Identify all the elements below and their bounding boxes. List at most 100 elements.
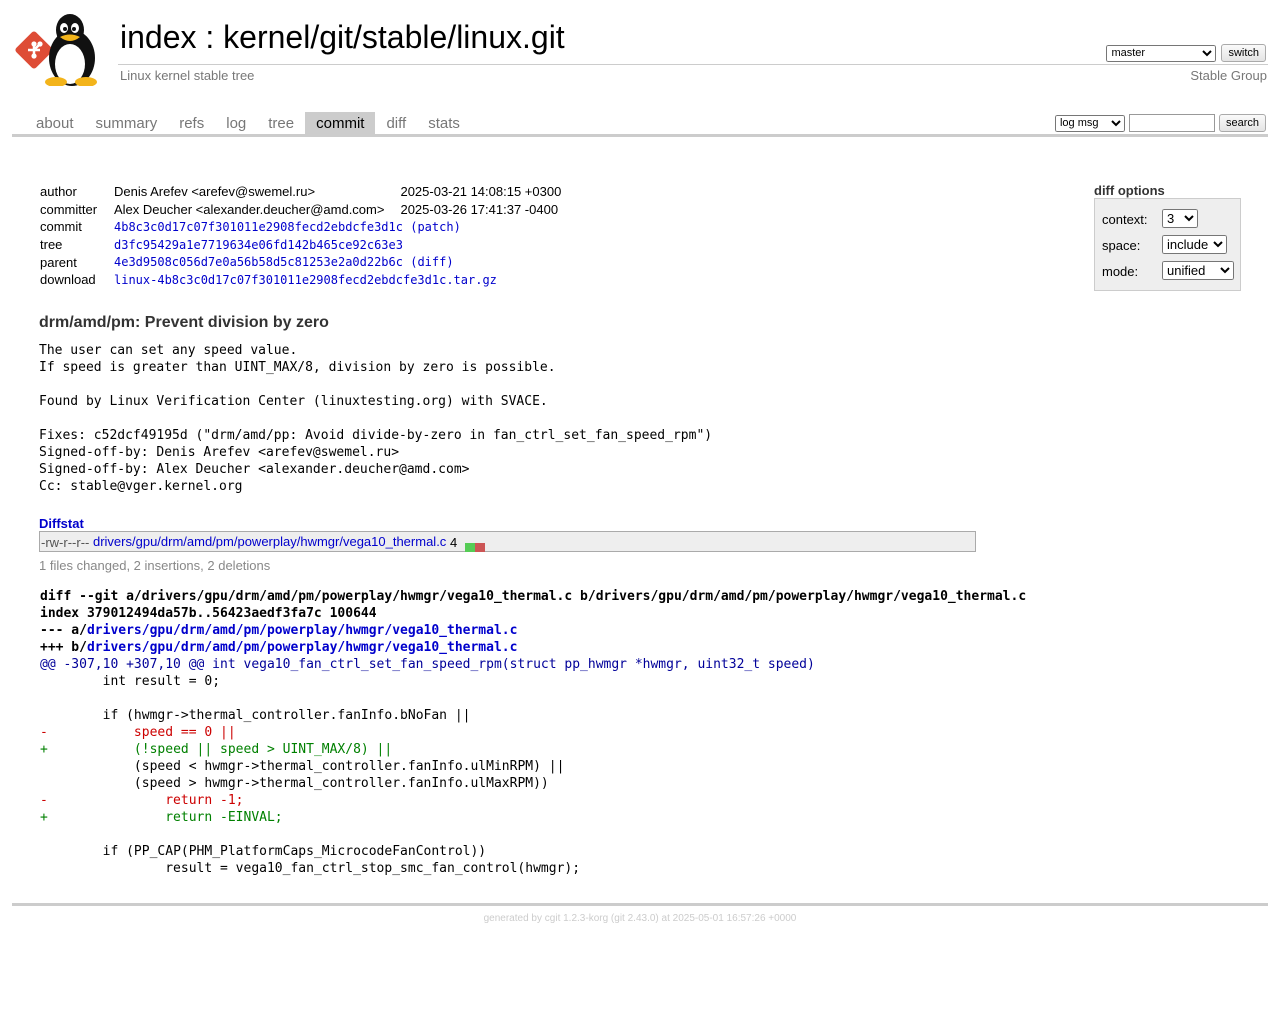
download-row: download linux-4b8c3c0d17c07f301011e2908…: [38, 271, 563, 289]
author-value: Denis Arefev <arefev@swemel.ru>: [114, 184, 316, 200]
committer-value: Alex Deucher <alexander.deucher@amd.com>: [114, 201, 385, 217]
search-form: log msg search: [1054, 114, 1266, 132]
tree-row: tree d3fc95429a1e7719634e06fd142b465ce92…: [38, 236, 563, 254]
diffstat-table: -rw-r--r-- drivers/gpu/drm/amd/pm/powerp…: [39, 531, 976, 553]
search-input[interactable]: [1128, 114, 1215, 132]
diff-line-ctx: [40, 826, 1026, 843]
tab-stats[interactable]: stats: [417, 112, 471, 134]
author-row: author Denis Arefev <arefev@swemel.ru> 2…: [38, 183, 563, 201]
diff-git-line: diff --git a/drivers/gpu/drm/amd/pm/powe…: [40, 589, 1027, 604]
mode-label: mode:: [1102, 264, 1139, 279]
page-title: index : kernel/git/stable/linux.git: [120, 17, 565, 57]
space-label: space:: [1102, 238, 1141, 253]
repo-owner: Stable Group: [1190, 68, 1267, 83]
diff-line-add: + return -EINVAL;: [40, 810, 283, 825]
diff-new-file-line: +++ b/drivers/gpu/drm/amd/pm/powerplay/h…: [40, 639, 1026, 656]
diffstat-header: Diffstat: [39, 516, 84, 531]
search-mode-select[interactable]: log msg: [1054, 114, 1125, 132]
diff-line-ctx: if (hwmgr->thermal_controller.fanInfo.bN…: [40, 708, 471, 723]
tree-label: tree: [40, 237, 63, 253]
header-divider: [118, 64, 1268, 65]
cgit-logo[interactable]: [14, 12, 110, 87]
diff-old-prefix: --- a/: [40, 623, 87, 638]
diff-line-ctx: (speed < hwmgr->thermal_controller.fanIn…: [40, 759, 565, 774]
diff-line-ctx: int result = 0;: [40, 674, 221, 689]
footer-suffix: ) at 2025-05-01 16:57:26 +0000: [655, 913, 797, 924]
diffstat-deletions-bar: [474, 543, 485, 553]
commit-hash-cell: 4b8c3c0d17c07f301011e2908fecd2ebdcfe3d1c…: [112, 218, 563, 236]
commit-subject: drm/amd/pm: Prevent division by zero: [39, 314, 329, 331]
diff-lines: @@ -307,10 +307,10 @@ int vega10_fan_ctr…: [40, 656, 1026, 877]
branch-switch-form: master switch: [1106, 44, 1266, 62]
patch-link[interactable]: (patch): [410, 220, 461, 234]
diff-hunk-header: @@ -307,10 +307,10 @@ int vega10_fan_ctr…: [40, 657, 815, 672]
tab-commit[interactable]: commit: [305, 112, 376, 134]
tab-summary[interactable]: summary: [85, 112, 169, 134]
commit-row: commit 4b8c3c0d17c07f301011e2908fecd2ebd…: [38, 218, 563, 236]
diff-line-del: - return -1;: [40, 793, 244, 808]
branch-select[interactable]: master: [1106, 44, 1217, 62]
space-select[interactable]: include: [1162, 235, 1227, 254]
diffstat-file-link[interactable]: drivers/gpu/drm/amd/pm/powerplay/hwmgr/v…: [93, 534, 446, 549]
tab-bar: about summary refs log tree commit diff stats l…: [12, 112, 1268, 137]
repo-path-link[interactable]: kernel/git/stable/linux.git: [223, 19, 565, 55]
diff-new-file-link[interactable]: drivers/gpu/drm/amd/pm/powerplay/hwmgr/v…: [87, 640, 517, 655]
diffstat-link[interactable]: Diffstat: [39, 516, 84, 531]
tab-diff[interactable]: diff: [375, 112, 417, 134]
repo-description: Linux kernel stable tree: [120, 68, 255, 83]
switch-button[interactable]: switch: [1221, 44, 1266, 62]
diffstat-insertions-bar: [464, 543, 475, 553]
diffstat-file-mode: -rw-r--r--: [41, 535, 90, 551]
parent-hash-link[interactable]: 4e3d9508c056d7e0a56b58d5c81253e2a0d22b6c: [114, 255, 403, 269]
diff-new-prefix: +++ b/: [40, 640, 87, 655]
commit-label: commit: [40, 219, 82, 235]
diff-options-title: diff options: [1094, 183, 1165, 198]
parent-hash-cell: 4e3d9508c056d7e0a56b58d5c81253e2a0d22b6c…: [112, 253, 563, 271]
tree-hash-cell: d3fc95429a1e7719634e06fd142b465ce92c63e3: [112, 236, 563, 254]
diff-line-add: + (!speed || speed > UINT_MAX/8) ||: [40, 742, 393, 757]
diffstat-changes: 4: [449, 535, 458, 551]
diff-view: diff --git a/drivers/gpu/drm/amd/pm/powe…: [40, 588, 1026, 877]
footer: generated by cgit 1.2.3-korg (git 2.43.0…: [0, 913, 1280, 924]
diff-index-line: index 379012494da57b..56423aedf3fa7c 100…: [40, 606, 377, 621]
diff-old-file-line: --- a/drivers/gpu/drm/amd/pm/powerplay/h…: [40, 622, 1026, 639]
parent-label: parent: [40, 254, 77, 270]
footer-divider: [12, 903, 1268, 906]
parent-row: parent 4e3d9508c056d7e0a56b58d5c81253e2a…: [38, 253, 563, 271]
diff-line-ctx: result = vega10_fan_ctrl_stop_smc_fan_co…: [40, 861, 581, 876]
commit-hash-link[interactable]: 4b8c3c0d17c07f301011e2908fecd2ebdcfe3d1c: [114, 220, 403, 234]
diffstat-summary: 1 files changed, 2 insertions, 2 deletio…: [39, 558, 271, 573]
commit-message: The user can set any speed value. If spe…: [39, 343, 713, 494]
search-button[interactable]: search: [1218, 114, 1266, 132]
context-label: context:: [1102, 212, 1148, 227]
diffstat-graph: [464, 538, 485, 553]
footer-prefix: generated by: [483, 913, 545, 924]
diff-old-file-link[interactable]: drivers/gpu/drm/amd/pm/powerplay/hwmgr/v…: [87, 623, 517, 638]
diff-line-ctx: if (PP_CAP(PHM_PlatformCaps_MicrocodeFan…: [40, 844, 487, 859]
git-tux-logo-icon: [15, 14, 97, 87]
index-link[interactable]: index: [120, 19, 197, 55]
commit-info-table: author Denis Arefev <arefev@swemel.ru> 2…: [38, 183, 563, 289]
committer-label: committer: [40, 201, 98, 217]
title-separator: :: [196, 19, 224, 55]
author-label: author: [40, 184, 77, 200]
committer-row: committer Alex Deucher <alexander.deuche…: [38, 201, 563, 219]
tab-tree[interactable]: tree: [257, 112, 305, 134]
diff-line-ctx: (speed > hwmgr->thermal_controller.fanIn…: [40, 776, 549, 791]
committer-date: 2025-03-26 17:41:37 -0400: [400, 201, 559, 217]
diff-line-del: - speed == 0 ||: [40, 725, 236, 740]
download-cell: linux-4b8c3c0d17c07f301011e2908fecd2ebdc…: [112, 271, 563, 289]
download-label: download: [40, 272, 96, 288]
mode-select[interactable]: unified: [1162, 261, 1234, 280]
context-select[interactable]: 3: [1162, 209, 1198, 228]
tab-about[interactable]: about: [25, 112, 85, 134]
tab-log[interactable]: log: [215, 112, 257, 134]
tab-refs[interactable]: refs: [168, 112, 215, 134]
parent-diff-link[interactable]: (diff): [410, 255, 453, 269]
author-date: 2025-03-21 14:08:15 +0300: [400, 184, 562, 200]
git-link[interactable]: git 2.43.0: [614, 913, 655, 924]
diff-line-ctx: [40, 690, 1026, 707]
download-link[interactable]: linux-4b8c3c0d17c07f301011e2908fecd2ebdc…: [114, 273, 497, 287]
tree-hash-link[interactable]: d3fc95429a1e7719634e06fd142b465ce92c63e3: [114, 238, 403, 252]
cgit-link[interactable]: cgit 1.2.3-korg: [545, 913, 608, 924]
